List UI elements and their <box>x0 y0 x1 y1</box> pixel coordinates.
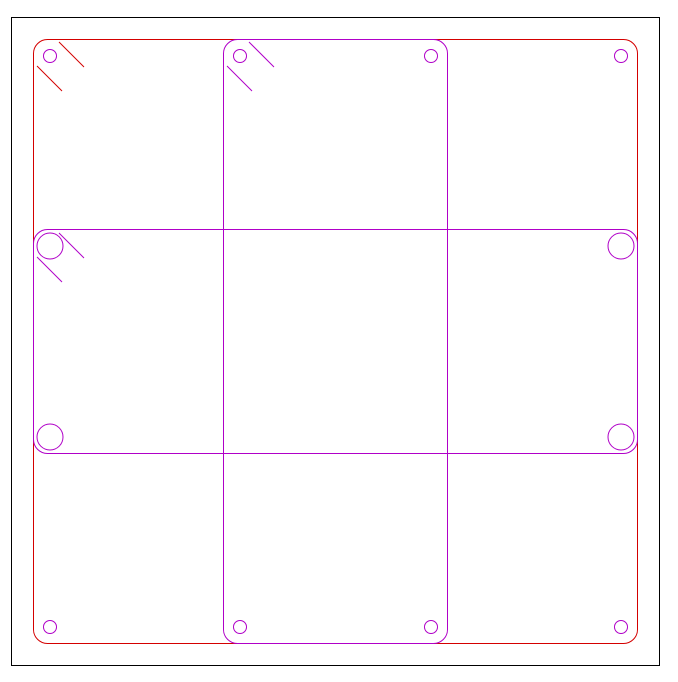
vertical-module-outline <box>223 39 448 644</box>
large-hole-lower-left <box>36 423 64 451</box>
mount-hole-top-left <box>43 49 57 63</box>
cad-drawing-canvas <box>11 17 660 666</box>
mount-hole-bottom-center-left <box>233 620 247 634</box>
mount-hole-bottom-right <box>614 620 628 634</box>
mount-hole-top-center-right <box>424 49 438 63</box>
large-hole-upper-right <box>607 232 635 260</box>
drawing-frame <box>11 17 660 666</box>
mount-hole-top-center-left <box>233 49 247 63</box>
large-hole-lower-right <box>607 423 635 451</box>
mount-hole-bottom-left <box>43 620 57 634</box>
mount-hole-bottom-center-right <box>424 620 438 634</box>
horizontal-module-outline <box>33 229 638 454</box>
corner-mark-top-center <box>226 41 275 92</box>
corner-mark-top-left <box>36 41 85 92</box>
mount-hole-top-right <box>614 49 628 63</box>
large-hole-upper-left <box>36 232 64 260</box>
outer-panel-outline <box>33 39 638 644</box>
